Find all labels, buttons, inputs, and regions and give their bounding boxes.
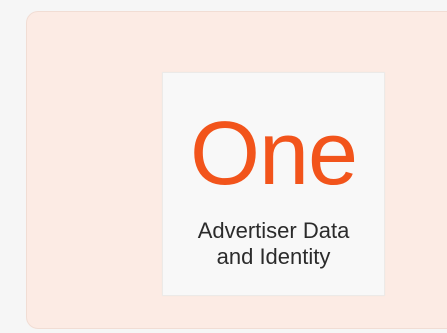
logo-tagline: Advertiser Data and Identity <box>163 218 384 270</box>
logo-tile: One Advertiser Data and Identity <box>162 72 385 296</box>
logo-tagline-line-1: Advertiser Data <box>197 218 350 243</box>
content-card: One Advertiser Data and Identity <box>26 11 447 329</box>
logo-wordmark: One <box>189 104 358 204</box>
logo-tagline-line-2: and Identity <box>216 244 331 269</box>
